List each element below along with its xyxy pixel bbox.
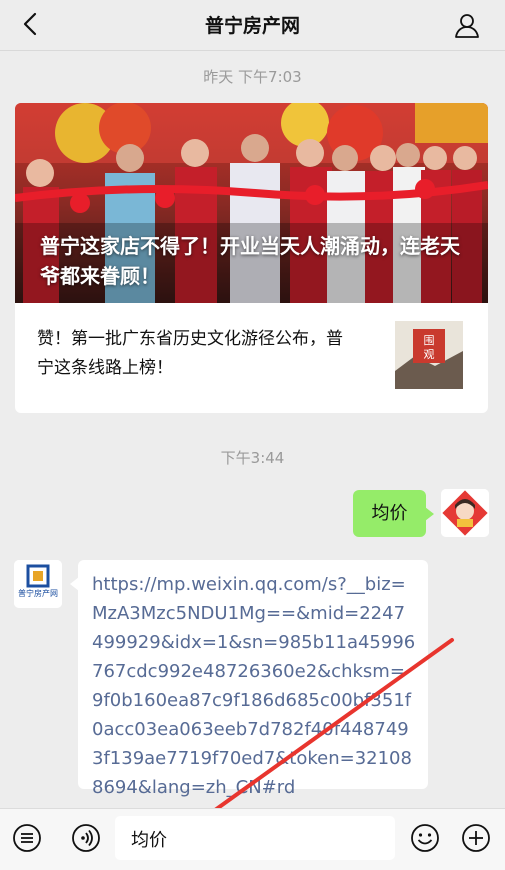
annotation-arrow-icon: [176, 638, 454, 838]
emoji-icon[interactable]: [410, 823, 440, 853]
add-icon[interactable]: [461, 823, 491, 853]
message-input[interactable]: 均价: [115, 816, 395, 860]
menu-icon[interactable]: [12, 823, 42, 853]
voice-icon[interactable]: [71, 823, 101, 853]
input-value: 均价: [131, 830, 167, 851]
